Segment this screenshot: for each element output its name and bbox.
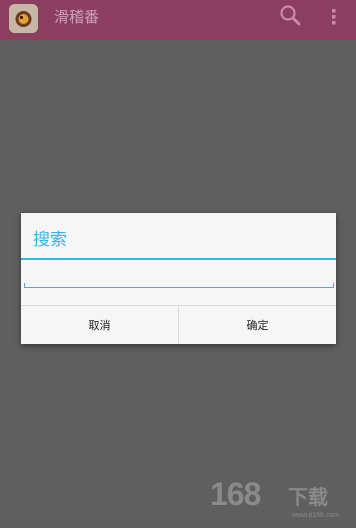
dialog-button-bar: 取消 确定 bbox=[21, 305, 336, 344]
site-watermark: 168 下载 www.it168.com bbox=[202, 474, 350, 524]
search-dialog: 搜索 取消 确定 bbox=[21, 213, 336, 344]
watermark-number: 168 bbox=[210, 476, 261, 512]
input-underline bbox=[24, 287, 334, 288]
watermark-text: 下载 bbox=[288, 485, 328, 509]
overflow-menu-icon[interactable] bbox=[324, 3, 344, 31]
input-underline-right-tick bbox=[333, 283, 334, 288]
dialog-title: 搜索 bbox=[33, 230, 67, 250]
app-title: 滑稽番 bbox=[54, 8, 100, 26]
confirm-button[interactable]: 确定 bbox=[179, 306, 336, 344]
action-bar: 滑稽番 bbox=[0, 0, 356, 40]
cancel-button[interactable]: 取消 bbox=[21, 306, 178, 344]
input-underline-left-tick bbox=[24, 283, 25, 288]
search-input[interactable] bbox=[24, 268, 334, 292]
search-icon[interactable] bbox=[278, 3, 304, 29]
app-logo-icon[interactable] bbox=[9, 4, 38, 33]
title-divider bbox=[21, 258, 336, 260]
watermark-url: www.it168.com bbox=[292, 512, 340, 519]
